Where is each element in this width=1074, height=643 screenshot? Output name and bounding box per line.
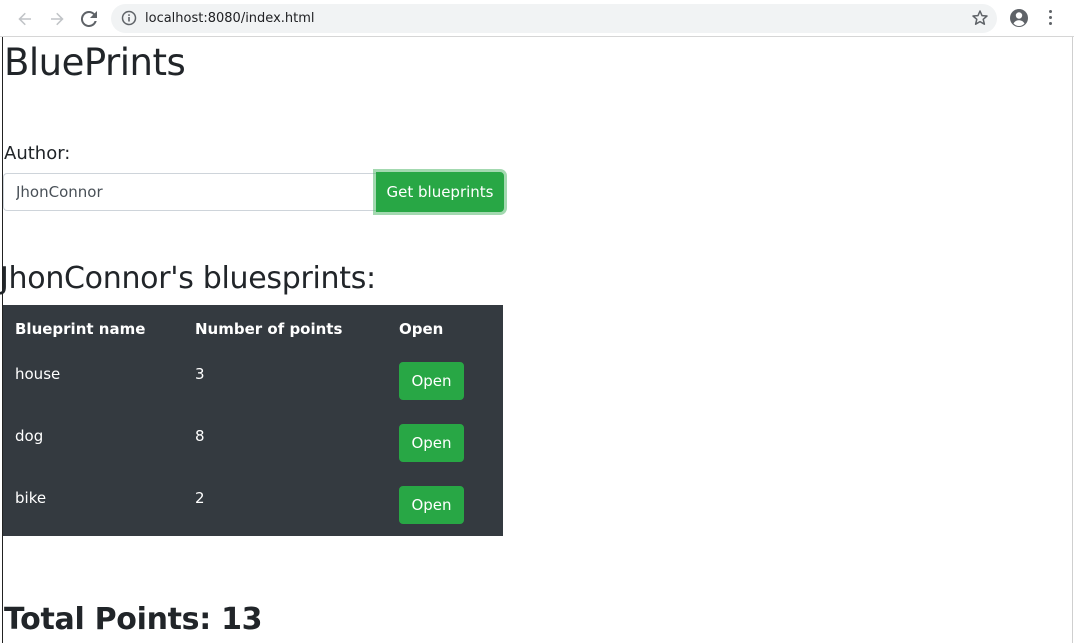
browser-toolbar: localhost:8080/index.html xyxy=(0,0,1074,37)
points-cell: 8 xyxy=(195,427,205,445)
blueprints-heading: JhonConnor's bluesprints: xyxy=(0,261,376,296)
author-input[interactable] xyxy=(3,173,377,211)
points-cell: 2 xyxy=(195,489,205,507)
address-bar[interactable]: localhost:8080/index.html xyxy=(111,4,997,33)
blueprint-name-cell: house xyxy=(15,365,61,383)
menu-dots-icon[interactable] xyxy=(1043,7,1059,29)
page-title: BluePrints xyxy=(4,41,186,84)
info-icon[interactable] xyxy=(121,10,137,30)
blueprints-table: Blueprint name Number of points Open hou… xyxy=(3,305,503,536)
get-blueprints-button[interactable]: Get blueprints xyxy=(376,172,504,212)
open-button-bike[interactable]: Open xyxy=(399,486,464,524)
back-arrow-icon xyxy=(18,12,31,26)
forward-arrow-icon xyxy=(51,12,64,26)
reload-icon xyxy=(81,11,97,27)
reload-button[interactable] xyxy=(76,6,102,32)
profile-icon[interactable] xyxy=(1008,7,1030,33)
open-button-dog[interactable]: Open xyxy=(399,424,464,462)
total-points: Total Points: 13 xyxy=(4,602,263,637)
back-button[interactable] xyxy=(12,6,38,32)
author-label: Author: xyxy=(4,143,71,164)
header-blueprint-name: Blueprint name xyxy=(15,320,146,338)
forward-button[interactable] xyxy=(44,6,70,32)
star-icon[interactable] xyxy=(971,9,989,31)
header-open: Open xyxy=(399,320,444,338)
open-button-house[interactable]: Open xyxy=(399,362,464,400)
blueprint-name-cell: dog xyxy=(15,427,44,445)
points-cell: 3 xyxy=(195,365,205,383)
url-text[interactable]: localhost:8080/index.html xyxy=(145,10,315,27)
header-number-of-points: Number of points xyxy=(195,320,343,338)
blueprint-name-cell: bike xyxy=(15,489,47,507)
page-border-right xyxy=(1072,37,1073,643)
